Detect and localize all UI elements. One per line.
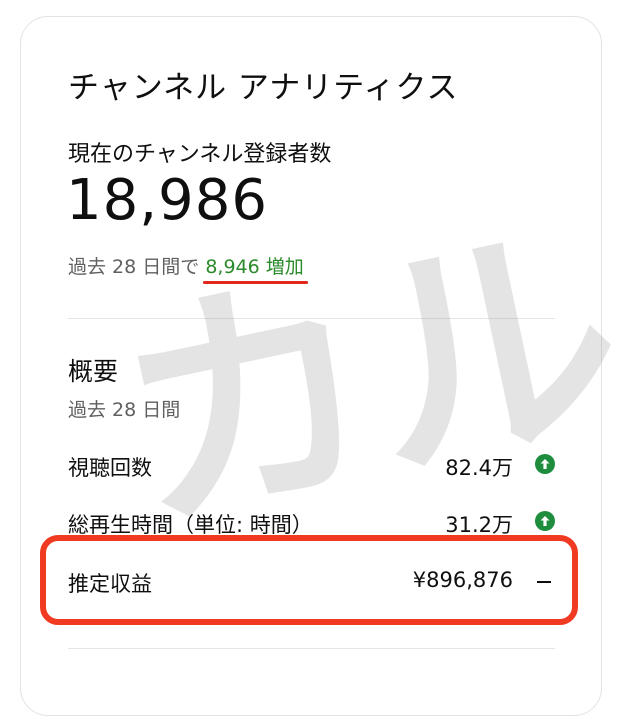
metric-label: 推定収益 <box>68 572 152 596</box>
metric-row-watch-time[interactable]: 総再生時間（単位: 時間） 31.2万 <box>68 503 555 543</box>
metric-row-estimated-revenue[interactable]: 推定収益 ¥896,876 <box>68 562 555 602</box>
arrow-up-circle-icon <box>535 454 555 474</box>
subscribers-label: 現在のチャンネル登録者数 <box>68 142 332 167</box>
card-title: チャンネル アナリティクス <box>68 70 459 106</box>
dash-icon <box>537 581 551 583</box>
metric-label: 総再生時間（単位: 時間） <box>68 513 313 537</box>
subscribers-count: 18,986 <box>66 168 268 233</box>
overview-title: 概要 <box>68 357 119 386</box>
divider <box>68 648 555 649</box>
metric-value: 82.4万 <box>445 456 513 480</box>
overview-period: 過去 28 日間 <box>68 399 181 421</box>
metric-label: 視聴回数 <box>68 456 152 480</box>
subscriber-change-line: 過去 28 日間で 8,946 増加 <box>68 252 304 279</box>
period-prefix: 過去 28 日間で <box>68 256 200 278</box>
arrow-up-circle-icon <box>535 511 555 531</box>
subscriber-increase: 8,946 増加 <box>205 256 304 278</box>
metric-row-views[interactable]: 視聴回数 82.4万 <box>68 446 555 486</box>
metric-value: ¥896,876 <box>412 568 513 592</box>
metric-value: 31.2万 <box>445 513 513 537</box>
divider <box>68 318 555 319</box>
